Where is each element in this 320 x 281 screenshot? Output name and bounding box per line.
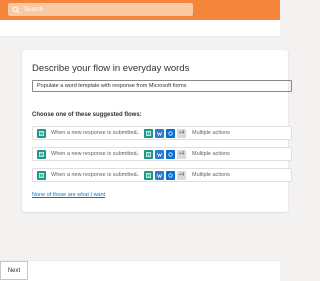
arrow-right-icon: → xyxy=(134,172,140,178)
trigger-text: When a new response is submitted xyxy=(51,130,137,136)
forms-icon xyxy=(144,128,153,138)
forms-icon xyxy=(37,149,46,159)
word-icon xyxy=(155,170,164,180)
forms-icon xyxy=(37,170,46,180)
footer-bar: Next xyxy=(0,260,280,281)
search-box[interactable]: Search xyxy=(8,3,193,16)
search-icon xyxy=(12,5,20,14)
suggested-flow-row[interactable]: When a new response is submitted → +4 Mu… xyxy=(32,168,292,182)
top-header-bar: Search xyxy=(0,0,280,20)
more-actions-badge: +4 xyxy=(177,128,186,138)
more-actions-badge: +4 xyxy=(177,170,186,180)
suggested-flow-row[interactable]: When a new response is submitted → +4 Mu… xyxy=(32,126,292,140)
more-actions-badge: +4 xyxy=(177,149,186,159)
none-of-these-link[interactable]: None of those are what I want xyxy=(32,192,105,198)
actions-text: Multiple actions xyxy=(192,172,230,178)
search-placeholder: Search xyxy=(24,6,44,13)
word-icon xyxy=(155,149,164,159)
forms-icon xyxy=(37,128,46,138)
actions-text: Multiple actions xyxy=(192,130,230,136)
sub-header-strip xyxy=(0,20,280,37)
trigger-text: When a new response is submitted xyxy=(51,172,137,178)
actions-text: Multiple actions xyxy=(192,151,230,157)
outlook-icon xyxy=(166,149,175,159)
outlook-icon xyxy=(166,170,175,180)
next-button[interactable]: Next xyxy=(0,261,28,280)
trigger-text: When a new response is submitted xyxy=(51,151,137,157)
arrow-right-icon: → xyxy=(134,130,140,136)
arrow-right-icon: → xyxy=(134,151,140,157)
suggested-flow-row[interactable]: When a new response is submitted → +4 Mu… xyxy=(32,147,292,161)
suggestions-label: Choose one of these suggested flows: xyxy=(32,112,142,118)
card-title: Describe your flow in everyday words xyxy=(32,63,190,74)
word-icon xyxy=(155,128,164,138)
outlook-icon xyxy=(166,128,175,138)
flow-description-card: Describe your flow in everyday words Pop… xyxy=(22,50,292,212)
forms-icon xyxy=(144,149,153,159)
flow-description-input[interactable]: Populate a word template with response f… xyxy=(32,80,292,92)
forms-icon xyxy=(144,170,153,180)
